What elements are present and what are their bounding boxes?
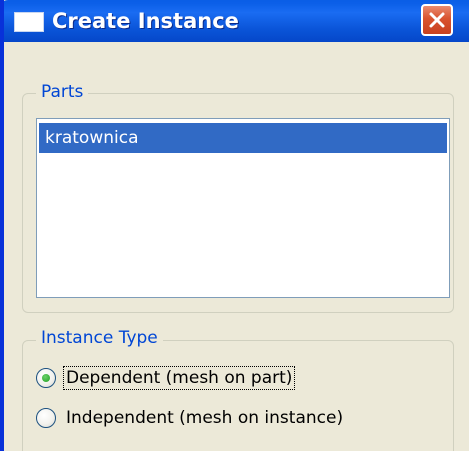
instance-type-group	[22, 340, 454, 451]
radio-independent[interactable]: Independent (mesh on instance)	[36, 403, 345, 433]
close-button[interactable]	[421, 4, 453, 36]
radio-button-unchecked[interactable]	[36, 408, 56, 428]
instance-type-legend: Instance Type	[36, 328, 163, 348]
parts-listbox[interactable]: kratownica	[36, 118, 450, 298]
radio-label-independent: Independent (mesh on instance)	[66, 408, 344, 428]
create-instance-dialog: Create Instance Parts kratownica Instanc…	[0, 0, 469, 451]
radio-dependent[interactable]: Dependent (mesh on part)	[36, 363, 296, 393]
title-bar[interactable]: Create Instance	[4, 0, 469, 42]
radio-button-checked[interactable]	[36, 368, 56, 388]
parts-legend: Parts	[36, 82, 89, 102]
window-icon	[14, 12, 44, 32]
radio-label-dependent: Dependent (mesh on part)	[62, 366, 296, 390]
list-item[interactable]: kratownica	[39, 123, 447, 153]
close-icon	[429, 12, 445, 28]
dialog-title: Create Instance	[52, 9, 239, 33]
